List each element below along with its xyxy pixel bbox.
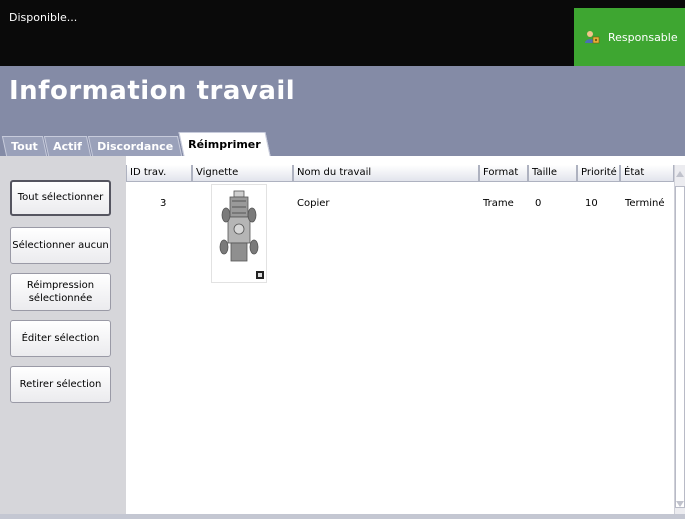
table-header: ID trav. Vignette Nom du travail Format … (126, 165, 674, 182)
column-header-state[interactable]: État (620, 165, 674, 182)
responsable-button[interactable]: Responsable (574, 8, 685, 66)
job-format: Trame (483, 198, 514, 209)
tab-discordance[interactable]: Discordance (87, 136, 182, 156)
status-text: Disponible... (9, 11, 78, 24)
column-header-thumbnail[interactable]: Vignette (192, 165, 293, 182)
job-name: Copier (297, 198, 330, 209)
responsable-label: Responsable (608, 30, 678, 44)
tab-reimprimer[interactable]: Réimprimer (178, 132, 270, 156)
tab-tout-label: Tout (11, 140, 38, 153)
select-all-button[interactable]: Tout sélectionner (10, 180, 111, 216)
job-size: 0 (535, 198, 542, 209)
sidebar: Tout sélectionner Sélectionner aucun Réi… (0, 156, 126, 514)
scroll-thumb[interactable] (675, 186, 685, 508)
tab-tout[interactable]: Tout (1, 136, 47, 156)
tab-bar: Tout Actif Discordance Réimprimer (1, 132, 270, 156)
scroll-down-icon[interactable] (676, 501, 684, 507)
tab-actif-label: Actif (52, 140, 82, 153)
job-state: Terminé (625, 198, 665, 209)
reprint-selected-button[interactable]: Réimpression sélectionnée (10, 273, 111, 311)
remove-selection-button[interactable]: Retirer sélection (10, 366, 111, 403)
job-id: 3 (160, 198, 167, 209)
tab-reimprimer-label: Réimprimer (187, 138, 261, 151)
column-header-size[interactable]: Taille (528, 165, 577, 182)
user-key-icon (585, 31, 600, 44)
scroll-up-icon[interactable] (676, 171, 684, 177)
column-header-format[interactable]: Format (479, 165, 528, 182)
tab-discordance-label: Discordance (96, 140, 173, 153)
page-title: Information travail (9, 76, 296, 106)
bottom-divider (0, 514, 685, 519)
status-bar: Disponible... Responsable (0, 0, 685, 66)
job-priority: 10 (585, 198, 598, 209)
tab-actif[interactable]: Actif (43, 136, 91, 156)
column-header-id[interactable]: ID trav. (126, 165, 192, 182)
vertical-scrollbar[interactable] (674, 165, 685, 514)
jobs-table: ID trav. Vignette Nom du travail Format … (126, 165, 674, 514)
header: Information travail Tout Actif Discordan… (0, 66, 685, 156)
car-thumbnail[interactable] (211, 184, 267, 283)
column-header-name[interactable]: Nom du travail (293, 165, 479, 182)
column-header-priority[interactable]: Priorité (577, 165, 620, 182)
car-thumbnail-image (219, 190, 264, 279)
edit-selection-button[interactable]: Éditer sélection (10, 320, 111, 357)
select-none-button[interactable]: Sélectionner aucun (10, 227, 111, 264)
